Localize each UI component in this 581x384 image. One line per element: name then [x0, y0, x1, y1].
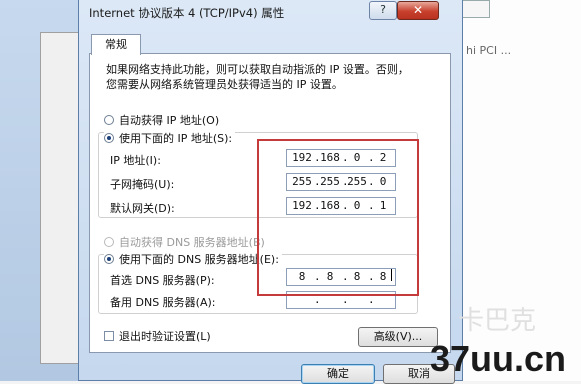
gateway-octet-1: 192: [292, 199, 312, 212]
subnet-octet-1: 255: [292, 175, 312, 188]
subnet-octet-2: 255: [320, 175, 340, 188]
ip-address-field[interactable]: 192 . 168 . 0 . 2: [286, 149, 396, 167]
subnet-octet-3: 255: [347, 175, 367, 188]
title-bar[interactable]: Internet 协议版本 4 (TCP/IPv4) 属性 ? ✕: [79, 0, 462, 24]
watermark-ghost-text: 卡巴克: [458, 306, 537, 336]
gateway-octet-3: 0: [353, 199, 361, 212]
dns-manual-radio[interactable]: [104, 254, 114, 264]
dns-manual-label: 使用下面的 DNS 服务器地址(E):: [119, 253, 279, 266]
dns-auto-option: 自动获得 DNS 服务器地址(B): [104, 234, 265, 250]
ip-address-label: IP 地址(I):: [110, 154, 161, 167]
ip-auto-option[interactable]: 自动获得 IP 地址(O): [104, 112, 219, 128]
ip-dot: .: [368, 293, 375, 306]
gateway-label: 默认网关(D):: [110, 202, 175, 215]
gateway-field[interactable]: 192 . 168 . 0 . 1: [286, 197, 396, 215]
background-left-panel: [0, 0, 85, 381]
ip-manual-radio[interactable]: [104, 133, 114, 143]
ip-octet-2: 168: [320, 151, 340, 164]
ip-octet-3: 0: [353, 151, 361, 164]
advanced-button[interactable]: 高级(V)...: [358, 327, 438, 347]
background-close-button[interactable]: [462, 0, 490, 18]
subnet-octet-4: 0: [379, 175, 387, 188]
dialog-title: Internet 协议版本 4 (TCP/IPv4) 属性: [89, 6, 285, 20]
alternate-dns-field[interactable]: . . .: [286, 291, 396, 309]
pdns-octet-1: 8: [298, 270, 306, 283]
validate-label: 退出时验证设置(L): [119, 330, 211, 343]
gateway-octet-2: 168: [320, 199, 340, 212]
ip-dot: .: [342, 293, 349, 306]
preferred-dns-field[interactable]: 8 . 8 . 8 . 8: [286, 268, 396, 286]
dns-auto-label: 自动获得 DNS 服务器地址(B): [119, 236, 265, 249]
pdns-octet-2: 8: [326, 270, 334, 283]
ip-auto-radio[interactable]: [104, 115, 114, 125]
close-button[interactable]: ✕: [397, 1, 439, 20]
ip-manual-label: 使用下面的 IP 地址(S):: [119, 132, 233, 145]
site-watermark: 37uu.cn: [430, 338, 567, 379]
ok-button[interactable]: 确定: [301, 364, 375, 384]
subnet-mask-field[interactable]: 255 . 255 . 255 . 0: [286, 173, 396, 191]
dns-manual-option[interactable]: 使用下面的 DNS 服务器地址(E):: [104, 251, 282, 267]
ip-manual-option[interactable]: 使用下面的 IP 地址(S):: [104, 130, 236, 146]
tcpip-properties-dialog: Internet 协议版本 4 (TCP/IPv4) 属性 ? ✕ 常规 如果网…: [78, 0, 463, 384]
alternate-dns-label: 备用 DNS 服务器(A):: [110, 296, 216, 309]
background-adapter-text: hi PCI ...: [466, 44, 512, 57]
validate-checkbox[interactable]: [104, 331, 114, 341]
preferred-dns-label: 首选 DNS 服务器(P):: [110, 274, 215, 287]
help-button[interactable]: ?: [369, 1, 397, 20]
description: 如果网络支持此功能，则可以获取自动指派的 IP 设置。否则， 您需要从网络系统管…: [106, 62, 426, 92]
subnet-mask-label: 子网掩码(U):: [110, 178, 175, 191]
general-panel: 如果网络支持此功能，则可以获取自动指派的 IP 设置。否则， 您需要从网络系统管…: [89, 53, 451, 353]
validate-option[interactable]: 退出时验证设置(L): [104, 328, 211, 344]
description-line-1: 如果网络支持此功能，则可以获取自动指派的 IP 设置。否则，: [106, 63, 409, 76]
background-left-inner: [40, 32, 82, 364]
ip-octet-4: 2: [379, 151, 387, 164]
ip-dot: .: [314, 293, 321, 306]
ip-octet-1: 192: [292, 151, 312, 164]
tab-general[interactable]: 常规: [91, 34, 141, 55]
gateway-octet-4: 1: [379, 199, 387, 212]
text-caret: [391, 269, 392, 281]
dns-auto-radio: [104, 237, 114, 247]
pdns-octet-3: 8: [353, 270, 361, 283]
description-line-2: 您需要从网络系统管理员处获得适当的 IP 设置。: [106, 78, 343, 91]
ip-auto-label: 自动获得 IP 地址(O): [119, 114, 220, 127]
